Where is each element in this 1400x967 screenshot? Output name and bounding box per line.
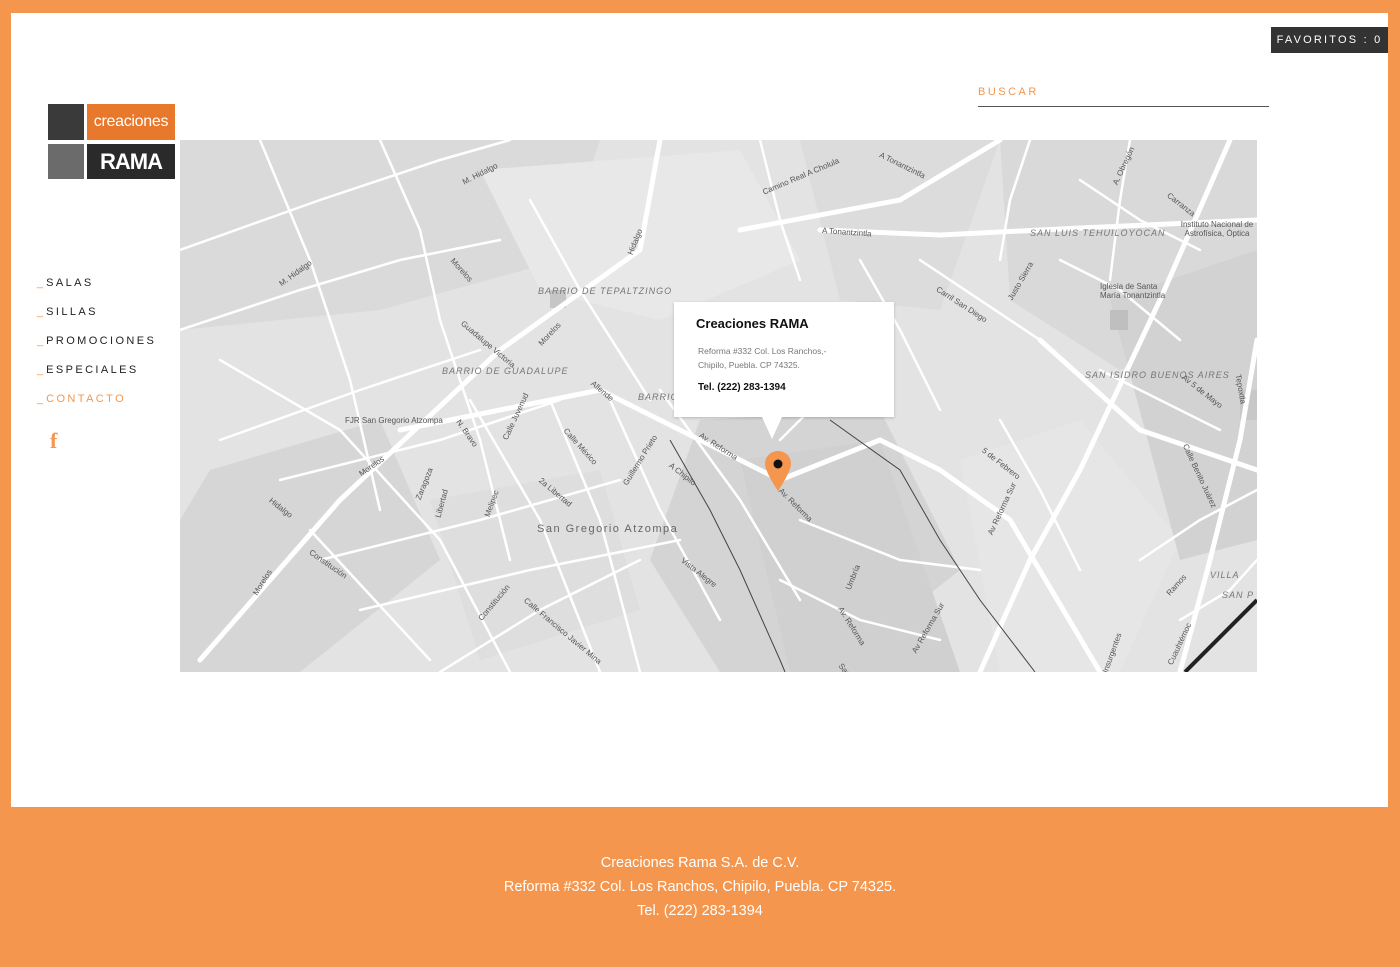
map-label: SAN ISIDRO BUENOS AIRES [1085,370,1230,380]
location-pin-icon[interactable] [765,451,791,491]
footer-phone: Tel. (222) 283-1394 [637,903,763,919]
nav-dash: _ [37,393,44,405]
search-label: BUSCAR [978,86,1039,98]
map-label: SAN LUIS TEHUILOYOCAN [1030,228,1166,238]
nav-label: CONTACTO [46,393,127,405]
main-nav: _ SALAS _ SILLAS _ PROMOCIONES _ ESPECIA… [37,277,156,422]
search-input[interactable]: BUSCAR [978,84,1269,107]
popup-address-line2: Chipilo, Puebla. CP 74325. [698,360,800,370]
popup-address: Reforma #332 Col. Los Ranchos,- Chipilo,… [698,344,878,372]
logo-bottom-text: RAMA [87,144,175,179]
nav-item-promociones[interactable]: _ PROMOCIONES [37,335,156,364]
map-info-popup: Creaciones RAMA Reforma #332 Col. Los Ra… [674,302,894,439]
logo-square-gray [48,144,84,179]
map-label: BARRIO DE TEPALTZINGO [538,286,673,296]
nav-item-sillas[interactable]: _ SILLAS [37,306,156,335]
footer: Creaciones Rama S.A. de C.V. Reforma #33… [0,851,1400,923]
nav-label: SALAS [46,277,94,289]
footer-company: Creaciones Rama S.A. de C.V. [600,855,800,871]
logo[interactable]: creaciones RAMA [48,104,176,180]
nav-dash: _ [37,364,44,376]
logo-square-dark [48,104,84,140]
nav-item-especiales[interactable]: _ ESPECIALES [37,364,156,393]
favorites-label: FAVORITOS : 0 [1276,34,1383,46]
nav-dash: _ [37,335,44,347]
facebook-icon[interactable]: f [50,428,57,454]
popup-title: Creaciones RAMA [696,316,809,331]
nav-label: PROMOCIONES [46,335,157,347]
map-label: VILLA [1210,570,1240,580]
map-label: Iglesia de Santa María Tonantzintla [1100,282,1166,300]
popup-address-line1: Reforma #332 Col. Los Ranchos,- [698,346,827,356]
nav-item-contacto[interactable]: _ CONTACTO [37,393,156,422]
map-label: Instituto Nacional de Astrofísica, Óptic… [1180,220,1254,238]
nav-label: SILLAS [46,306,98,318]
map-label: San Gregorio Atzompa [537,523,679,535]
map-label: SAN P [1222,590,1255,600]
nav-dash: _ [37,277,44,289]
map-label: FJR San Gregorio Atzompa [345,416,443,425]
nav-item-salas[interactable]: _ SALAS [37,277,156,306]
favorites-button[interactable]: FAVORITOS : 0 [1271,27,1388,53]
logo-top-text: creaciones [87,104,175,140]
popup-phone: Tel. (222) 283-1394 [698,382,786,393]
map-label: BARRIO DE GUADALUPE [442,366,569,376]
footer-address: Reforma #332 Col. Los Ranchos, Chipilo, … [503,879,897,895]
nav-label: ESPECIALES [46,364,139,376]
nav-dash: _ [37,306,44,318]
